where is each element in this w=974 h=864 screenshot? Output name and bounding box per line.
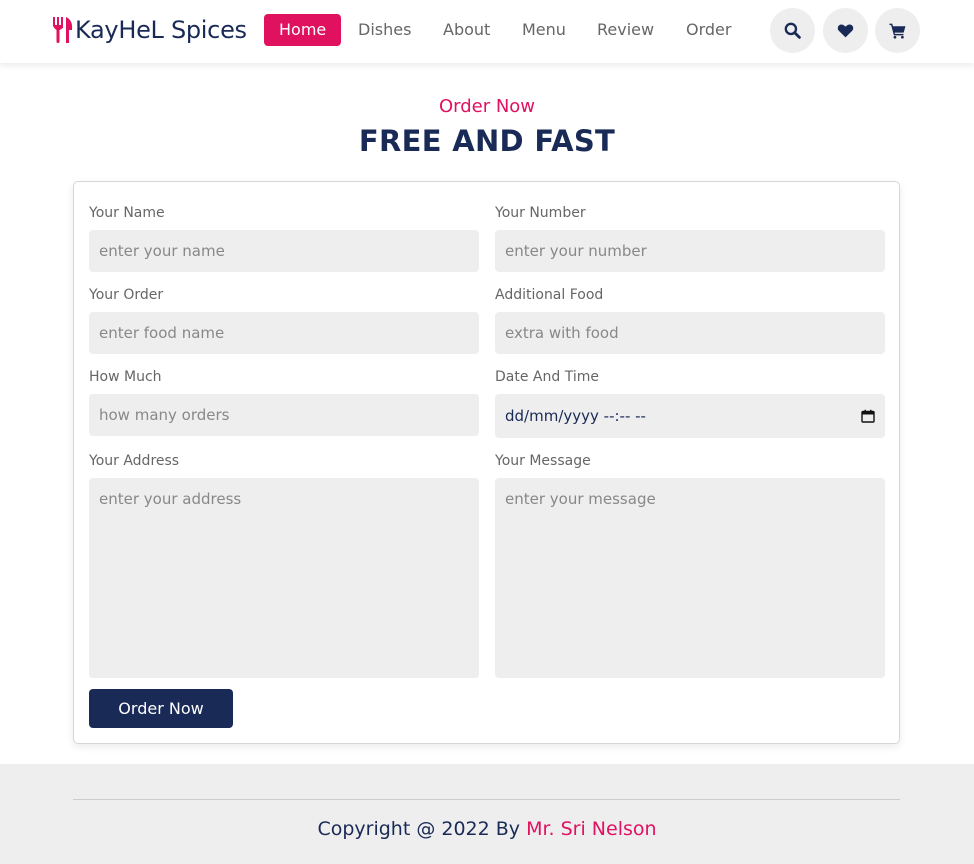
- order-now-button[interactable]: Order Now: [89, 689, 233, 728]
- brand-logo[interactable]: KayHeL Spices: [52, 14, 247, 46]
- additional-food-input[interactable]: extra with food: [495, 312, 885, 354]
- cart-button[interactable]: [875, 8, 920, 53]
- name-field-group: Your Name enter your name: [89, 204, 479, 272]
- order-field-group: Your Order enter food name: [89, 286, 479, 354]
- cart-icon: [889, 23, 906, 39]
- utensils-icon: [53, 17, 73, 43]
- site-header: KayHeL Spices Home Dishes About Menu Rev…: [0, 0, 974, 63]
- nav-menu[interactable]: Menu: [522, 14, 566, 46]
- nav-order[interactable]: Order: [686, 14, 731, 46]
- datetime-label: Date And Time: [495, 369, 599, 385]
- address-label: Your Address: [89, 453, 180, 469]
- order-label: Your Order: [89, 287, 164, 303]
- nav-review[interactable]: Review: [597, 14, 654, 46]
- message-field-group: Your Message enter your message: [495, 452, 885, 678]
- search-button[interactable]: [770, 8, 815, 53]
- number-field-group: Your Number enter your number: [495, 204, 885, 272]
- search-icon: [784, 22, 801, 39]
- food-name-input[interactable]: enter food name: [89, 312, 479, 354]
- heart-icon: [837, 24, 854, 38]
- additional-food-label: Additional Food: [495, 287, 604, 303]
- name-input[interactable]: enter your name: [89, 230, 479, 272]
- number-input[interactable]: enter your number: [495, 230, 885, 272]
- favorites-button[interactable]: [823, 8, 868, 53]
- author-link[interactable]: Mr. Sri Nelson: [526, 818, 656, 840]
- number-label: Your Number: [495, 205, 586, 221]
- nav-home[interactable]: Home: [264, 14, 342, 46]
- datetime-field-group: Date And Time dd/mm/yyyy --:-- --: [495, 368, 885, 438]
- name-label: Your Name: [89, 205, 165, 221]
- section-title: FREE AND FAST: [358, 124, 616, 158]
- order-form: Your Name enter your name Your Number en…: [73, 181, 900, 744]
- section-subheading: Order Now: [438, 96, 536, 117]
- footer-divider: [73, 799, 900, 800]
- datetime-value: dd/mm/yyyy --:-- --: [505, 407, 646, 425]
- additional-food-field-group: Additional Food extra with food: [495, 286, 885, 354]
- message-textarea[interactable]: enter your message: [495, 478, 885, 678]
- datetime-input[interactable]: dd/mm/yyyy --:-- --: [495, 394, 885, 438]
- address-textarea[interactable]: enter your address: [89, 478, 479, 678]
- order-section-heading: Order Now FREE AND FAST: [0, 95, 974, 159]
- address-field-group: Your Address enter your address: [89, 452, 479, 678]
- copyright-label: Copyright @ 2022 By: [317, 818, 521, 840]
- brand-name: KayHeL Spices: [75, 16, 247, 44]
- quantity-label: How Much: [89, 369, 162, 385]
- quantity-field-group: How Much how many orders: [89, 368, 479, 436]
- site-footer: Copyright @ 2022 By Mr. Sri Nelson: [0, 764, 974, 864]
- nav-about[interactable]: About: [443, 14, 490, 46]
- nav-dishes[interactable]: Dishes: [358, 14, 411, 46]
- quantity-input[interactable]: how many orders: [89, 394, 479, 436]
- message-label: Your Message: [495, 453, 591, 469]
- copyright-text: Copyright @ 2022 By Mr. Sri Nelson: [0, 816, 974, 842]
- calendar-icon[interactable]: [861, 409, 875, 423]
